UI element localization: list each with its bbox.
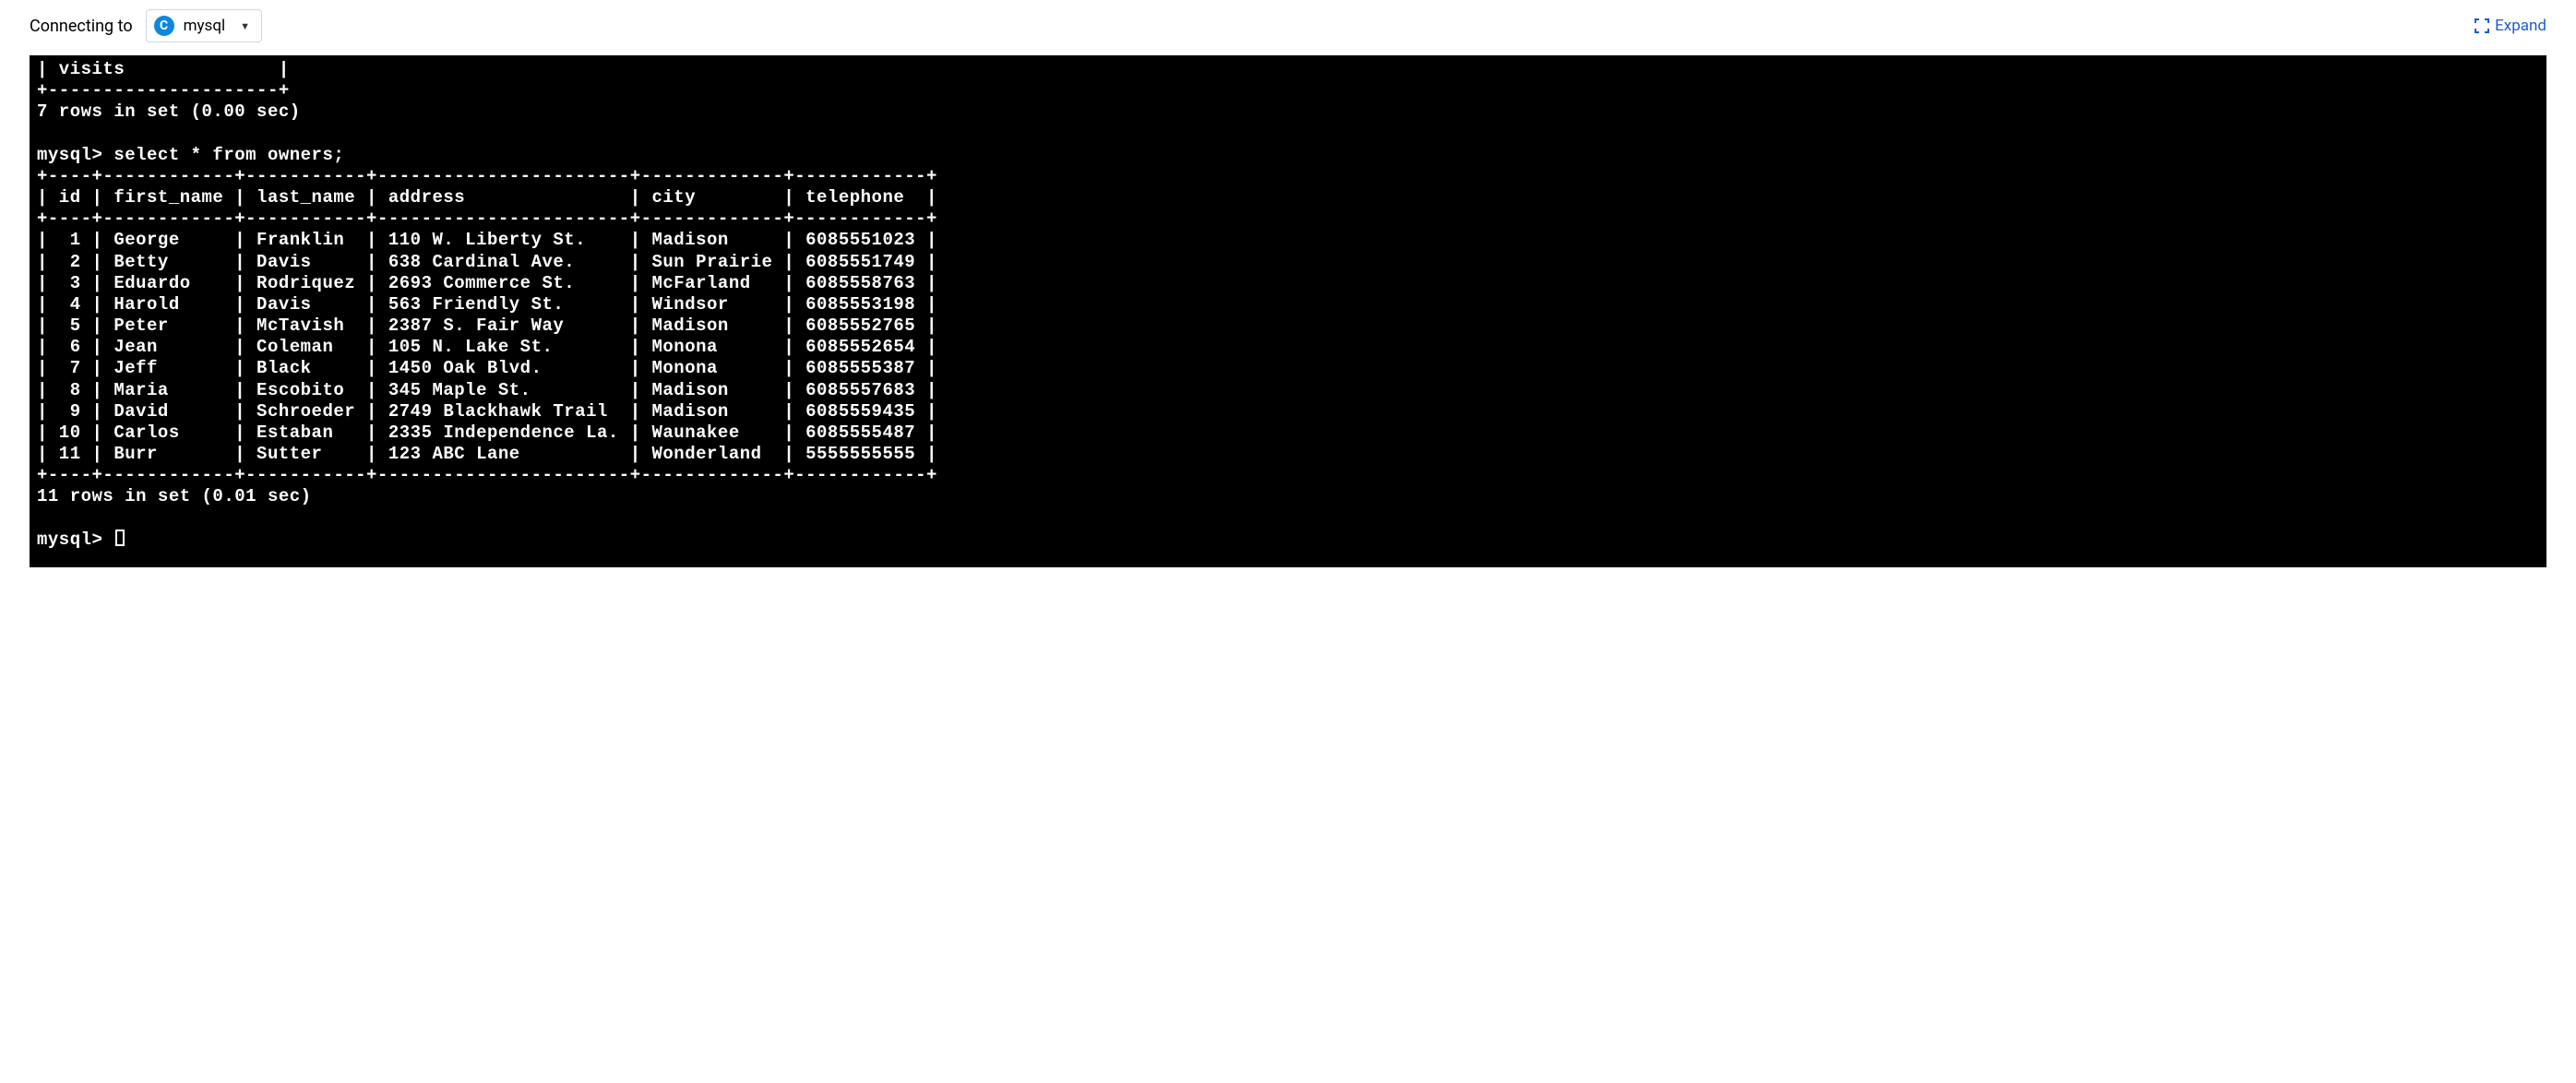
header-bar: Connecting to C mysql ▼ Expand bbox=[0, 0, 2576, 55]
database-selector[interactable]: C mysql ▼ bbox=[146, 9, 262, 42]
database-name: mysql bbox=[184, 17, 226, 35]
expand-button[interactable]: Expand bbox=[2475, 17, 2546, 35]
connecting-to-label: Connecting to bbox=[30, 17, 133, 36]
expand-icon bbox=[2475, 18, 2489, 33]
chevron-down-icon: ▼ bbox=[240, 20, 250, 32]
expand-label: Expand bbox=[2495, 17, 2546, 35]
mysql-icon: C bbox=[154, 16, 174, 36]
header-left-group: Connecting to C mysql ▼ bbox=[30, 9, 262, 42]
terminal[interactable]: | visits | +---------------------+ 7 row… bbox=[30, 55, 2546, 567]
terminal-cursor bbox=[115, 530, 125, 546]
terminal-output: | visits | +---------------------+ 7 row… bbox=[37, 59, 2539, 551]
